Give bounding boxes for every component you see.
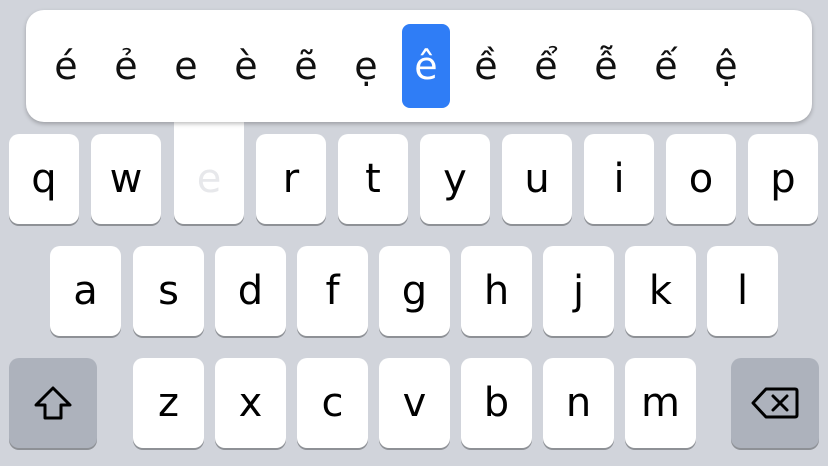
shift-key[interactable]: [9, 358, 97, 448]
key-j[interactable]: j: [543, 246, 614, 336]
accent-option[interactable]: ẹ: [342, 24, 390, 108]
keyboard: "d đ đó q w r t y u i o p a s d f g h j …: [0, 0, 828, 466]
key-c[interactable]: c: [297, 358, 368, 448]
accent-option[interactable]: ẻ: [102, 24, 150, 108]
key-h[interactable]: h: [461, 246, 532, 336]
accent-option[interactable]: ề: [462, 24, 510, 108]
key-i[interactable]: i: [584, 134, 654, 224]
key-k[interactable]: k: [625, 246, 696, 336]
key-m[interactable]: m: [625, 358, 696, 448]
key-t[interactable]: t: [338, 134, 408, 224]
accent-option[interactable]: ể: [522, 24, 570, 108]
key-g[interactable]: g: [379, 246, 450, 336]
key-e-label: e: [196, 156, 222, 202]
key-f[interactable]: f: [297, 246, 368, 336]
accent-option[interactable]: ế: [642, 24, 690, 108]
accent-option[interactable]: ê: [402, 24, 450, 108]
key-r[interactable]: r: [256, 134, 326, 224]
shift-arrow-icon: [32, 385, 74, 421]
key-w[interactable]: w: [91, 134, 161, 224]
key-p[interactable]: p: [748, 134, 818, 224]
backspace-icon: [751, 386, 799, 420]
key-z[interactable]: z: [133, 358, 204, 448]
key-s[interactable]: s: [133, 246, 204, 336]
key-u[interactable]: u: [502, 134, 572, 224]
delete-key[interactable]: [731, 358, 819, 448]
accent-option[interactable]: ệ: [702, 24, 750, 108]
key-q[interactable]: q: [9, 134, 79, 224]
key-a[interactable]: a: [50, 246, 121, 336]
key-x[interactable]: x: [215, 358, 286, 448]
key-b[interactable]: b: [461, 358, 532, 448]
accent-variants: éẻeèẽẹêềểễếệ: [26, 10, 812, 122]
key-o[interactable]: o: [666, 134, 736, 224]
key-n[interactable]: n: [543, 358, 614, 448]
accent-option[interactable]: e: [162, 24, 210, 108]
key-l[interactable]: l: [707, 246, 778, 336]
accent-option[interactable]: è: [222, 24, 270, 108]
key-d[interactable]: d: [215, 246, 286, 336]
key-v[interactable]: v: [379, 358, 450, 448]
accent-option[interactable]: ễ: [582, 24, 630, 108]
key-y[interactable]: y: [420, 134, 490, 224]
accent-option[interactable]: é: [42, 24, 90, 108]
accent-option[interactable]: ẽ: [282, 24, 330, 108]
